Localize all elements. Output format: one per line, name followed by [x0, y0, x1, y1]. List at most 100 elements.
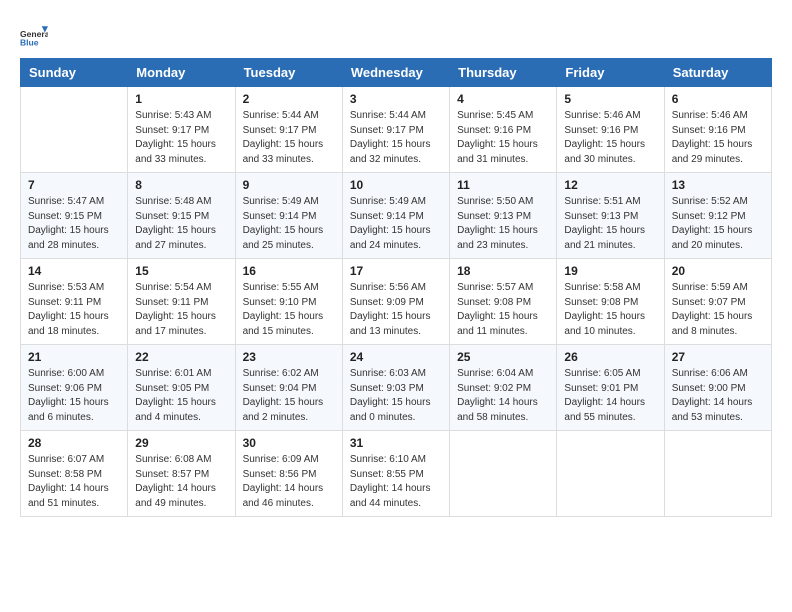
day-cell: 24 Sunrise: 6:03 AM Sunset: 9:03 PM Dayli…	[342, 345, 449, 431]
col-header-thursday: Thursday	[450, 59, 557, 87]
logo-icon: General Blue	[20, 20, 48, 48]
week-row-5: 28 Sunrise: 6:07 AM Sunset: 8:58 PM Dayli…	[21, 431, 772, 517]
day-info: Sunrise: 5:53 AM Sunset: 9:11 PM Dayligh…	[28, 281, 120, 339]
week-row-4: 21 Sunrise: 6:00 AM Sunset: 9:06 PM Dayli…	[21, 345, 772, 431]
day-info: Sunrise: 5:55 AM Sunset: 9:10 PM Dayligh…	[243, 281, 335, 339]
col-header-friday: Friday	[557, 59, 664, 87]
day-cell: 21 Sunrise: 6:00 AM Sunset: 9:06 PM Dayli…	[21, 345, 128, 431]
day-cell: 30 Sunrise: 6:09 AM Sunset: 8:56 PM Dayli…	[235, 431, 342, 517]
day-number: 8	[135, 178, 227, 192]
day-cell: 20 Sunrise: 5:59 AM Sunset: 9:07 PM Dayli…	[664, 259, 771, 345]
day-cell: 10 Sunrise: 5:49 AM Sunset: 9:14 PM Dayli…	[342, 173, 449, 259]
day-info: Sunrise: 5:51 AM Sunset: 9:13 PM Dayligh…	[564, 195, 656, 253]
day-cell: 22 Sunrise: 6:01 AM Sunset: 9:05 PM Dayli…	[128, 345, 235, 431]
day-cell: 11Sunrise: 5:50 AM Sunset: 9:13 PM Dayli…	[450, 173, 557, 259]
day-info: Sunrise: 5:56 AM Sunset: 9:09 PM Dayligh…	[350, 281, 442, 339]
day-number: 11	[457, 178, 549, 192]
col-header-sunday: Sunday	[21, 59, 128, 87]
day-number: 6	[672, 92, 764, 106]
day-cell: 4 Sunrise: 5:45 AM Sunset: 9:16 PM Daylig…	[450, 87, 557, 173]
calendar-header-row: SundayMondayTuesdayWednesdayThursdayFrid…	[21, 59, 772, 87]
day-info: Sunrise: 5:44 AM Sunset: 9:17 PM Dayligh…	[350, 109, 442, 167]
day-info: Sunrise: 5:58 AM Sunset: 9:08 PM Dayligh…	[564, 281, 656, 339]
day-info: Sunrise: 6:00 AM Sunset: 9:06 PM Dayligh…	[28, 367, 120, 425]
day-cell	[21, 87, 128, 173]
calendar-table: SundayMondayTuesdayWednesdayThursdayFrid…	[20, 58, 772, 517]
logo: General Blue	[20, 20, 52, 48]
day-cell: 14 Sunrise: 5:53 AM Sunset: 9:11 PM Dayli…	[21, 259, 128, 345]
week-row-3: 14 Sunrise: 5:53 AM Sunset: 9:11 PM Dayli…	[21, 259, 772, 345]
day-cell: 29Sunrise: 6:08 AM Sunset: 8:57 PM Dayli…	[128, 431, 235, 517]
day-info: Sunrise: 6:04 AM Sunset: 9:02 PM Dayligh…	[457, 367, 549, 425]
day-info: Sunrise: 5:49 AM Sunset: 9:14 PM Dayligh…	[243, 195, 335, 253]
day-cell: 26Sunrise: 6:05 AM Sunset: 9:01 PM Dayli…	[557, 345, 664, 431]
day-cell: 12 Sunrise: 5:51 AM Sunset: 9:13 PM Dayli…	[557, 173, 664, 259]
day-cell: 18Sunrise: 5:57 AM Sunset: 9:08 PM Dayli…	[450, 259, 557, 345]
day-number: 3	[350, 92, 442, 106]
day-number: 14	[28, 264, 120, 278]
day-cell: 27 Sunrise: 6:06 AM Sunset: 9:00 PM Dayli…	[664, 345, 771, 431]
day-number: 30	[243, 436, 335, 450]
day-number: 27	[672, 350, 764, 364]
day-cell: 28 Sunrise: 6:07 AM Sunset: 8:58 PM Dayli…	[21, 431, 128, 517]
svg-text:Blue: Blue	[20, 38, 39, 48]
day-info: Sunrise: 5:44 AM Sunset: 9:17 PM Dayligh…	[243, 109, 335, 167]
day-number: 7	[28, 178, 120, 192]
day-number: 31	[350, 436, 442, 450]
day-cell: 31 Sunrise: 6:10 AM Sunset: 8:55 PM Dayli…	[342, 431, 449, 517]
day-cell: 23 Sunrise: 6:02 AM Sunset: 9:04 PM Dayli…	[235, 345, 342, 431]
col-header-monday: Monday	[128, 59, 235, 87]
day-cell: 16 Sunrise: 5:55 AM Sunset: 9:10 PM Dayli…	[235, 259, 342, 345]
day-info: Sunrise: 6:01 AM Sunset: 9:05 PM Dayligh…	[135, 367, 227, 425]
col-header-tuesday: Tuesday	[235, 59, 342, 87]
day-info: Sunrise: 6:06 AM Sunset: 9:00 PM Dayligh…	[672, 367, 764, 425]
day-number: 24	[350, 350, 442, 364]
day-cell: 7 Sunrise: 5:47 AM Sunset: 9:15 PM Daylig…	[21, 173, 128, 259]
day-number: 2	[243, 92, 335, 106]
day-info: Sunrise: 5:46 AM Sunset: 9:16 PM Dayligh…	[564, 109, 656, 167]
day-number: 5	[564, 92, 656, 106]
day-cell	[664, 431, 771, 517]
day-cell: 1 Sunrise: 5:43 AM Sunset: 9:17 PM Daylig…	[128, 87, 235, 173]
day-number: 25	[457, 350, 549, 364]
day-info: Sunrise: 5:45 AM Sunset: 9:16 PM Dayligh…	[457, 109, 549, 167]
day-info: Sunrise: 5:54 AM Sunset: 9:11 PM Dayligh…	[135, 281, 227, 339]
day-number: 23	[243, 350, 335, 364]
day-info: Sunrise: 5:59 AM Sunset: 9:07 PM Dayligh…	[672, 281, 764, 339]
day-number: 1	[135, 92, 227, 106]
day-info: Sunrise: 5:57 AM Sunset: 9:08 PM Dayligh…	[457, 281, 549, 339]
col-header-wednesday: Wednesday	[342, 59, 449, 87]
day-number: 17	[350, 264, 442, 278]
day-number: 12	[564, 178, 656, 192]
day-cell: 5 Sunrise: 5:46 AM Sunset: 9:16 PM Daylig…	[557, 87, 664, 173]
day-number: 28	[28, 436, 120, 450]
day-number: 26	[564, 350, 656, 364]
day-cell: 8Sunrise: 5:48 AM Sunset: 9:15 PM Daylig…	[128, 173, 235, 259]
col-header-saturday: Saturday	[664, 59, 771, 87]
day-cell	[557, 431, 664, 517]
day-number: 20	[672, 264, 764, 278]
day-cell: 13Sunrise: 5:52 AM Sunset: 9:12 PM Dayli…	[664, 173, 771, 259]
day-number: 10	[350, 178, 442, 192]
day-info: Sunrise: 6:03 AM Sunset: 9:03 PM Dayligh…	[350, 367, 442, 425]
day-info: Sunrise: 6:10 AM Sunset: 8:55 PM Dayligh…	[350, 453, 442, 511]
day-number: 22	[135, 350, 227, 364]
day-info: Sunrise: 6:02 AM Sunset: 9:04 PM Dayligh…	[243, 367, 335, 425]
day-cell	[450, 431, 557, 517]
day-info: Sunrise: 6:09 AM Sunset: 8:56 PM Dayligh…	[243, 453, 335, 511]
day-info: Sunrise: 6:07 AM Sunset: 8:58 PM Dayligh…	[28, 453, 120, 511]
day-number: 16	[243, 264, 335, 278]
day-cell: 6 Sunrise: 5:46 AM Sunset: 9:16 PM Daylig…	[664, 87, 771, 173]
day-info: Sunrise: 5:47 AM Sunset: 9:15 PM Dayligh…	[28, 195, 120, 253]
day-number: 9	[243, 178, 335, 192]
day-cell: 25 Sunrise: 6:04 AM Sunset: 9:02 PM Dayli…	[450, 345, 557, 431]
day-info: Sunrise: 6:08 AM Sunset: 8:57 PM Dayligh…	[135, 453, 227, 511]
day-info: Sunrise: 5:49 AM Sunset: 9:14 PM Dayligh…	[350, 195, 442, 253]
day-number: 15	[135, 264, 227, 278]
page-header: General Blue	[20, 20, 772, 48]
day-info: Sunrise: 5:43 AM Sunset: 9:17 PM Dayligh…	[135, 109, 227, 167]
day-info: Sunrise: 5:46 AM Sunset: 9:16 PM Dayligh…	[672, 109, 764, 167]
day-number: 21	[28, 350, 120, 364]
day-cell: 9 Sunrise: 5:49 AM Sunset: 9:14 PM Daylig…	[235, 173, 342, 259]
day-number: 4	[457, 92, 549, 106]
